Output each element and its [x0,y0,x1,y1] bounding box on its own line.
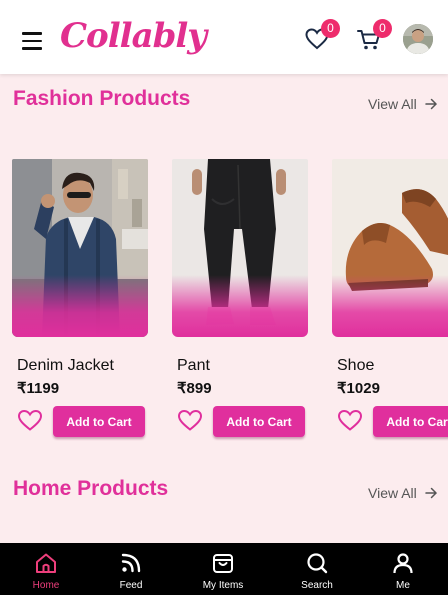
product-card[interactable]: Shoe ₹1029 Add to Cart [332,159,448,437]
nav-item-my-items[interactable]: My Items [193,543,253,595]
bottom-nav: Home Feed My Items Search Me [0,543,448,595]
nav-label: Home [32,580,60,591]
home-icon [36,553,56,573]
view-all-fashion-link[interactable]: View All [368,96,438,112]
heart-icon[interactable] [177,409,203,431]
add-to-cart-button[interactable]: Add to Cart [213,406,305,437]
heart-icon[interactable] [337,409,363,431]
section-title-fashion: Fashion Products [13,87,191,110]
product-name: Denim Jacket [17,357,114,374]
menu-icon[interactable] [22,32,42,50]
wishlist-button[interactable]: 0 [305,19,340,55]
cart-button[interactable]: 0 [357,19,392,56]
product-name: Shoe [337,357,375,374]
view-all-home-link[interactable]: View All [368,485,438,501]
nav-item-home[interactable]: Home [16,543,76,595]
view-all-label: View All [368,96,417,112]
product-image[interactable] [12,159,148,337]
app-header: Collably 0 0 [0,0,448,74]
add-to-cart-button[interactable]: Add to Cart [373,406,448,437]
nav-item-me[interactable]: Me [373,543,433,595]
search-icon [307,553,328,574]
product-price: ₹1029 [337,380,380,397]
nav-label: Search [301,580,333,591]
add-to-cart-button[interactable]: Add to Cart [53,406,145,437]
product-card[interactable]: Pant ₹899 Add to Cart [172,159,308,437]
nav-item-search[interactable]: Search [287,543,347,595]
arrow-right-icon [425,487,437,499]
view-all-label: View All [368,485,417,501]
avatar[interactable] [403,24,433,54]
nav-label: Feed [119,580,143,591]
nav-item-feed[interactable]: Feed [101,543,161,595]
nav-label: Me [396,580,410,591]
product-card[interactable]: Denim Jacket ₹1199 Add to Cart [12,159,148,437]
product-name: Pant [177,357,210,374]
nav-label: My Items [202,580,244,591]
cart-count-badge: 0 [373,19,392,38]
wishlist-count-badge: 0 [321,19,340,38]
product-image[interactable] [332,159,448,337]
bag-icon [213,554,233,573]
arrow-right-icon [425,98,437,110]
product-image[interactable] [172,159,308,337]
app-logo[interactable]: Collably [60,16,207,56]
product-price: ₹899 [177,380,212,397]
product-price: ₹1199 [17,380,60,397]
rss-icon [121,553,141,573]
user-icon [393,553,413,574]
heart-icon[interactable] [17,409,43,431]
section-title-home: Home Products [13,477,169,500]
